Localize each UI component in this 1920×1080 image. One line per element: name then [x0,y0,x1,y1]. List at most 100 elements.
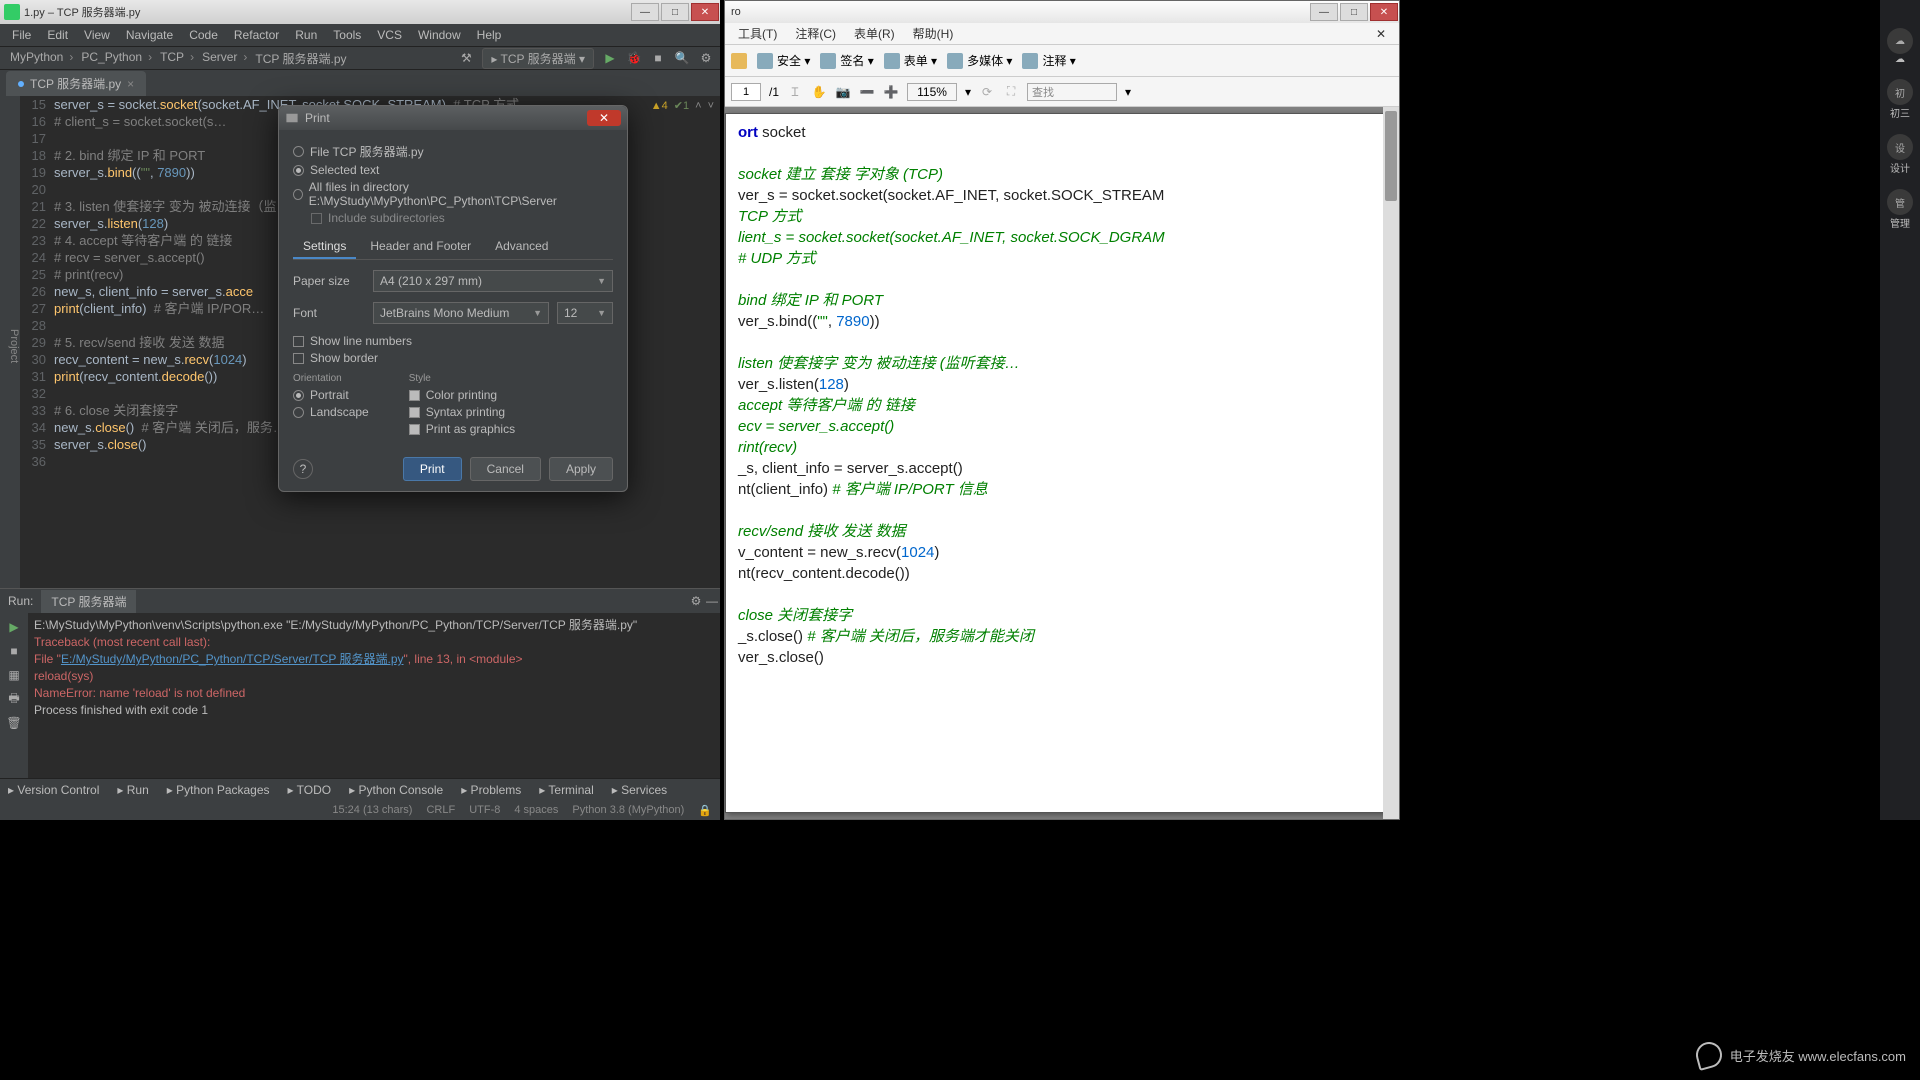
pdf-media-button[interactable]: 多媒体 ▾ [947,52,1012,69]
pdf-text-line[interactable]: rint(recv) [738,437,1380,458]
toolwindow-python-console[interactable]: ▸ Python Console [349,783,443,797]
menu-edit[interactable]: Edit [39,28,76,42]
pdf-text-line[interactable]: accept 等待客户端 的 链接 [738,395,1380,416]
pdf-text-line[interactable]: close 关闭套接字 [738,605,1380,626]
scrollbar-thumb[interactable] [1385,111,1397,201]
pdf-text-line[interactable]: lient_s = socket.socket(socket.AF_INET, … [738,227,1380,248]
scope-file-radio[interactable]: File TCP 服务器端.py [293,143,613,160]
debug-icon[interactable]: 🐞 [626,50,642,66]
pdf-titlebar[interactable]: ro — □ ✕ [725,1,1399,23]
help-button[interactable]: ? [293,459,313,479]
chevron-down-icon[interactable]: ˅ [708,98,714,115]
orientation-landscape-radio[interactable]: Landscape [293,405,369,419]
menu-refactor[interactable]: Refactor [226,28,287,42]
stop-icon[interactable]: ■ [650,50,666,66]
settings-icon[interactable]: ⚙ [698,50,714,66]
close-button[interactable]: ✕ [691,3,719,21]
zoom-select[interactable]: 115% [907,83,957,101]
minimize-button[interactable]: — [1310,3,1338,21]
apply-button[interactable]: Apply [549,457,613,481]
menu-file[interactable]: File [4,28,39,42]
toolwindow-terminal[interactable]: ▸ Terminal [539,783,594,797]
pdf-note-button[interactable]: 注释 ▾ [1022,52,1075,69]
pdf-text-line[interactable]: bind 绑定 IP 和 PORT [738,290,1380,311]
dialog-titlebar[interactable]: Print ✕ [279,106,627,130]
pdf-menu-item[interactable]: 帮助(H) [904,25,963,42]
search-icon[interactable]: 🔍 [674,50,690,66]
pdf-text-line[interactable]: # UDP 方式 [738,248,1380,269]
tab-settings[interactable]: Settings [293,235,356,259]
search-input[interactable]: 查找 [1027,83,1117,101]
run-settings-icon[interactable]: ⚙ [688,593,704,609]
pdf-text-line[interactable]: ort socket [738,122,1380,143]
pdf-safe-button[interactable]: 安全 ▾ [757,52,810,69]
maximize-button[interactable]: □ [1340,3,1368,21]
scope-selected-radio[interactable]: Selected text [293,163,613,177]
tab-advanced[interactable]: Advanced [485,235,558,259]
tab-header-footer[interactable]: Header and Footer [360,235,481,259]
interpreter-info[interactable]: Python 3.8 (MyPython) [572,804,684,816]
open-file-button[interactable] [731,53,747,69]
menu-vcs[interactable]: VCS [369,28,410,42]
pdf-text-line[interactable]: ver_s = socket.socket(socket.AF_INET, so… [738,185,1380,206]
run-icon[interactable]: ▶ [602,50,618,66]
print-button[interactable]: Print [403,457,462,481]
pdf-page[interactable]: ort socket socket 建立 套接 字对象 (TCP)ver_s =… [725,113,1393,813]
pdf-menu-item[interactable]: 注释(C) [786,25,845,42]
pdf-text-line[interactable]: _s.close() # 客户端 关闭后，服务端才能关闭 [738,626,1380,647]
menu-run[interactable]: Run [287,28,325,42]
maximize-button[interactable]: □ [661,3,689,21]
chevron-up-icon[interactable]: ˄ [695,98,701,115]
pdf-text-line[interactable]: ver_s.listen(128) [738,374,1380,395]
pdf-menu-item[interactable]: 表单(R) [845,25,904,42]
pdf-text-line[interactable]: _s, client_info = server_s.accept() [738,458,1380,479]
menu-code[interactable]: Code [181,28,226,42]
font-select[interactable]: JetBrains Mono Medium▼ [373,302,549,324]
print-icon[interactable]: 🖶 [6,691,22,707]
paper-size-select[interactable]: A4 (210 x 297 mm)▼ [373,270,613,292]
layout-icon[interactable]: ▦ [6,667,22,683]
ide-titlebar[interactable]: 1.py – TCP 服务器端.py — □ ✕ [0,0,720,24]
pdf-text-line[interactable] [738,500,1380,521]
hand-icon[interactable]: ✋ [811,84,827,100]
menu-view[interactable]: View [76,28,118,42]
close-button[interactable]: ✕ [1370,3,1398,21]
sidebar-design-icon[interactable]: 设 [1887,134,1913,160]
orientation-portrait-radio[interactable]: Portrait [293,388,369,402]
pdf-text-line[interactable]: recv/send 接收 发送 数据 [738,521,1380,542]
console-output[interactable]: E:\MyStudy\MyPython\venv\Scripts\python.… [28,613,720,778]
breadcrumb-item[interactable]: Server [198,50,251,67]
show-border-checkbox[interactable]: Show border [293,351,613,365]
menu-help[interactable]: Help [469,28,510,42]
toolwindow-run[interactable]: ▸ Run [117,783,148,797]
indent-info[interactable]: 4 spaces [514,804,558,816]
pdf-text-line[interactable] [738,269,1380,290]
pdf-text-line[interactable] [738,332,1380,353]
pdf-menu-item[interactable]: 工具(T) [729,25,786,42]
pdf-text-line[interactable]: nt(recv_content.decode()) [738,563,1380,584]
pdf-text-line[interactable]: ecv = server_s.accept() [738,416,1380,437]
pdf-text-line[interactable]: v_content = new_s.recv(1024) [738,542,1380,563]
run-config-selector[interactable]: ▸ TCP 服务器端 ▾ [482,48,594,69]
breadcrumb-item[interactable]: MyPython [6,50,77,67]
breadcrumb-item[interactable]: PC_Python [77,50,156,67]
dialog-close-button[interactable]: ✕ [587,110,621,126]
rerun-icon[interactable]: ▶ [6,619,22,635]
pdf-sign-button[interactable]: 签名 ▾ [820,52,873,69]
show-line-numbers-checkbox[interactable]: Show line numbers [293,334,613,348]
scope-directory-radio[interactable]: All files in directory E:\MyStudy\MyPyth… [293,180,613,208]
zoom-out-icon[interactable]: ➖ [859,84,875,100]
font-size-select[interactable]: 12▼ [557,302,613,324]
stop-icon[interactable]: ■ [6,643,22,659]
build-icon[interactable]: ⚒ [458,50,474,66]
cancel-button[interactable]: Cancel [470,457,541,481]
pdf-text-line[interactable]: socket 建立 套接 字对象 (TCP) [738,164,1380,185]
trash-icon[interactable]: 🗑 [6,715,22,731]
pdf-text-line[interactable] [738,584,1380,605]
pdf-text-line[interactable]: nt(client_info) # 客户端 IP/PORT 信息 [738,479,1380,500]
sidebar-manage-icon[interactable]: 管 [1887,189,1913,215]
fullscreen-icon[interactable]: ⛶ [1003,84,1019,100]
snapshot-icon[interactable]: 📷 [835,84,851,100]
syntax-printing-checkbox[interactable]: Syntax printing [409,405,515,419]
print-as-graphics-checkbox[interactable]: Print as graphics [409,422,515,436]
